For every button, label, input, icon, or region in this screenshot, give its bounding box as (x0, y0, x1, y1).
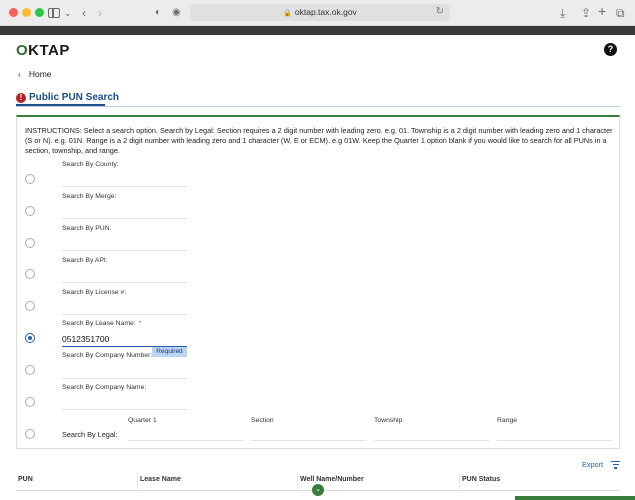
label-lease-name-text: Search By Lease Name: (62, 320, 136, 327)
label-section: Section (251, 417, 274, 424)
label-county: Search By County: (62, 161, 119, 168)
county-input[interactable] (62, 186, 187, 187)
required-badge: Required (152, 347, 187, 357)
home-link[interactable]: ‹ Home (18, 69, 52, 79)
company-number-input[interactable] (62, 378, 187, 379)
close-window-button[interactable] (9, 8, 18, 17)
reload-icon[interactable]: ↻ (436, 6, 444, 17)
column-pun-status[interactable]: PUN Status (462, 476, 500, 483)
browser-toolbar: ⌄ ‹ › ◐ ◉ 🔒 oktap.tax.ok.gov ↻ ⤓ ⇪ + ⧉ (0, 0, 635, 26)
shield-icon[interactable]: ◐ (155, 5, 161, 21)
page-title-text: Public PUN Search (29, 92, 120, 103)
home-link-label: Home (28, 69, 52, 79)
instructions-text: INSTRUCTIONS: Select a search option. Se… (25, 126, 613, 155)
radio-legal[interactable] (25, 429, 35, 439)
top-banner (0, 26, 635, 35)
radio-company-number[interactable] (25, 365, 35, 375)
lock-icon: 🔒 (283, 10, 292, 17)
label-lease-name: Search By Lease Name: * (62, 320, 141, 327)
radio-api[interactable] (25, 269, 35, 279)
help-icon[interactable]: ? (604, 43, 617, 56)
radio-license[interactable] (25, 301, 35, 311)
column-separator (137, 473, 138, 489)
label-api: Search By API: (62, 257, 108, 264)
forward-arrow-icon[interactable]: › (98, 5, 102, 21)
column-lease-name[interactable]: Lease Name (140, 476, 181, 483)
label-range: Range (497, 417, 518, 424)
township-input[interactable] (374, 440, 489, 441)
alert-icon: ! (16, 93, 26, 103)
tab-overview-icon[interactable]: ⧉ (616, 5, 625, 21)
quarter-1-input[interactable] (128, 440, 243, 441)
lease-name-input[interactable]: 0512351700 (62, 334, 109, 344)
merge-input[interactable] (62, 218, 187, 219)
pun-input[interactable] (62, 250, 187, 251)
back-arrow-icon[interactable]: ‹ (82, 5, 86, 21)
radio-county[interactable] (25, 174, 35, 184)
label-merge: Search By Merge: (62, 193, 117, 200)
chevron-down-icon[interactable]: ⌄ (64, 5, 72, 21)
company-name-input[interactable] (62, 409, 187, 410)
column-separator (297, 473, 298, 489)
chevron-left-icon: ‹ (18, 69, 21, 79)
required-star: * (138, 320, 142, 327)
api-input[interactable] (62, 282, 187, 283)
label-township: Township (374, 417, 403, 424)
label-company-name: Search By Company Name: (62, 384, 147, 391)
url-text: oktap.tax.ok.gov (294, 7, 357, 17)
column-pun[interactable]: PUN (18, 476, 33, 483)
license-input[interactable] (62, 314, 187, 315)
new-tab-icon[interactable]: + (598, 3, 606, 19)
column-well-name[interactable]: Well Name/Number (300, 476, 364, 483)
label-company-number: Search By Company Number: (62, 352, 153, 359)
radio-lease-name[interactable] (25, 333, 35, 343)
oktap-logo[interactable]: OKTAP (16, 42, 70, 59)
label-license: Search By License #: (62, 289, 127, 296)
bottom-action-bar (515, 496, 635, 500)
radio-pun[interactable] (25, 238, 35, 248)
filter-icon[interactable] (611, 461, 620, 471)
zoom-window-button[interactable] (35, 8, 44, 17)
download-icon[interactable]: ⤓ (560, 5, 565, 21)
title-rule (16, 106, 620, 107)
share-icon[interactable]: ⇪ (581, 5, 591, 21)
extension-icon[interactable]: ◉ (172, 5, 181, 21)
label-pun: Search By PUN: (62, 225, 112, 232)
sidebar-toggle-icon[interactable] (48, 8, 60, 18)
label-quarter-1: Quarter 1 (128, 417, 157, 424)
radio-company-name[interactable] (25, 397, 35, 407)
column-separator (459, 473, 460, 489)
label-legal: Search By Legal: (62, 430, 118, 439)
range-input[interactable] (497, 440, 612, 441)
radio-merge[interactable] (25, 206, 35, 216)
page-title: ! Public PUN Search (16, 92, 119, 103)
address-bar[interactable]: 🔒 oktap.tax.ok.gov ↻ (190, 4, 450, 21)
logo-o: O (16, 42, 29, 59)
export-button[interactable]: Export (582, 460, 603, 469)
scroll-down-icon[interactable]: ⌄ (312, 484, 324, 496)
minimize-window-button[interactable] (22, 8, 31, 17)
section-input[interactable] (251, 440, 366, 441)
